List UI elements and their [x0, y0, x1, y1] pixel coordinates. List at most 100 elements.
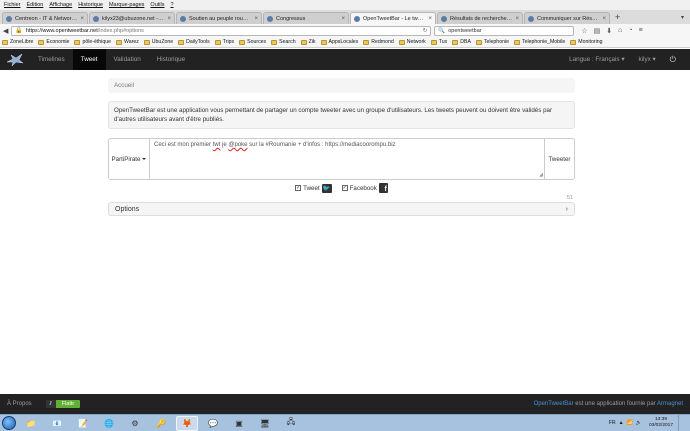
caret-down-icon: ▾ [652, 56, 656, 63]
tweet-checkbox[interactable]: ✓ [295, 185, 302, 191]
browser-tab[interactable]: Centreon - IT & Network ... × [2, 12, 88, 24]
close-icon[interactable]: × [167, 16, 171, 22]
firefox-icon[interactable]: 🦊 [176, 415, 198, 431]
menu-item[interactable]: Marque-pages [109, 2, 144, 8]
terminal-icon[interactable]: ▣ [228, 416, 250, 431]
browser-tab[interactable]: Résultats de recherche pou...× [437, 12, 523, 24]
start-button[interactable] [2, 416, 16, 430]
keepass-icon[interactable]: 🔑 [150, 416, 172, 431]
nav-item-validation[interactable]: Validation [106, 49, 149, 70]
ie-icon[interactable]: 🌐 [98, 416, 120, 431]
explorer-icon[interactable]: 📁 [20, 416, 42, 431]
resize-handle-icon[interactable]: ◢ [539, 172, 543, 178]
favicon-icon [180, 15, 186, 22]
settings-icon[interactable]: ⚙ [124, 416, 146, 431]
account-dropdown-button[interactable]: PartiPirate [108, 138, 150, 180]
app-logo[interactable] [0, 49, 30, 70]
search-input[interactable]: 🔍 opentweetbar [434, 25, 575, 36]
nav-item-timelines[interactable]: Timelines [30, 49, 73, 70]
bookmark-folder[interactable]: pôle-éthique [74, 39, 111, 45]
menu-item[interactable]: Outils [150, 2, 164, 8]
outlook-icon[interactable]: 📧 [46, 416, 68, 431]
hamburger-menu-icon[interactable]: ≡ [639, 27, 643, 35]
bookmark-folder[interactable]: Network [398, 39, 426, 45]
close-icon[interactable]: × [515, 16, 519, 22]
menu-item[interactable]: Affichage [49, 2, 72, 8]
bookmark-folder[interactable]: UbuZone [143, 39, 173, 45]
chat-icon[interactable]: 💬 [202, 416, 224, 431]
bookmark-folder[interactable]: Telephonie [475, 39, 509, 45]
network-facebook[interactable]: ✓ Facebook f [341, 183, 388, 193]
bookmark-folder[interactable]: ZoneLibre [2, 39, 33, 45]
star-icon[interactable]: ☆ [581, 27, 587, 35]
nav-item-tweet[interactable]: Tweet [72, 49, 106, 70]
new-tab-button[interactable]: + [611, 12, 624, 22]
bookmark-folder[interactable]: Search [271, 39, 296, 45]
reading-list-icon[interactable]: ▤ [594, 27, 601, 35]
folder-icon [363, 39, 370, 45]
tab-list-dropdown-icon[interactable]: ▾ [681, 14, 684, 21]
bookmark-folder[interactable]: Trips [214, 39, 234, 45]
logout-icon[interactable]: ⏻ [670, 55, 676, 65]
breadcrumb-home[interactable]: Accueil [114, 82, 134, 89]
about-link[interactable]: À Propos [7, 401, 32, 407]
home-icon[interactable]: ⌂ [618, 27, 622, 35]
network-app-icon[interactable]: 🖧 [280, 416, 302, 431]
bookmark-label: Zik [308, 39, 316, 45]
facebook-label: Facebook [349, 184, 377, 192]
browser-tab[interactable]: OpenTweetBar - Le tweet c...× [350, 12, 436, 24]
notepad-icon[interactable]: 📝 [72, 416, 94, 431]
download-icon[interactable]: ⬇ [606, 27, 612, 35]
bookmark-folder[interactable]: AppsLocales [320, 39, 358, 45]
url-bar[interactable]: 🔒 https://www.opentweetbar.net/index.php… [11, 25, 432, 36]
pocket-icon[interactable]: ◔ [628, 27, 632, 35]
close-icon[interactable]: × [341, 16, 345, 22]
user-dropdown[interactable]: kilyx ▾ [639, 56, 656, 63]
language-indicator[interactable]: FR [609, 420, 616, 426]
tweet-textarea[interactable]: Ceci est mon premier twt je @poke sur la… [150, 138, 544, 180]
armagnet-link[interactable]: Armagnet [657, 401, 683, 407]
show-desktop-button[interactable] [678, 414, 684, 431]
nav-item-historique[interactable]: Historique [149, 49, 193, 70]
bookmark-folder[interactable]: Zik [300, 39, 316, 45]
close-icon[interactable]: × [428, 16, 432, 22]
menu-item[interactable]: Historique [78, 2, 103, 8]
tray-arrow-icon[interactable]: ▲ [619, 420, 624, 426]
browser-tab[interactable]: Communiquer sur Réseaux ...× [524, 12, 610, 24]
flattr-button[interactable]: ⫽ Flattr [45, 400, 81, 408]
bookmark-folder[interactable]: Economie [38, 39, 69, 45]
bookmark-folder[interactable]: DailyTools [178, 39, 210, 45]
bookmark-folder[interactable]: Monitoring [570, 39, 603, 45]
network-tweet[interactable]: ✓ Tweet 🐦 [295, 183, 332, 193]
browser-tab[interactable]: Soutien au peuple roumain...× [176, 12, 262, 24]
bookmark-folder[interactable]: DBA [452, 39, 471, 45]
browser-tab[interactable]: Congressus × [263, 12, 349, 24]
opentweetbar-link[interactable]: OpenTweetBar [534, 401, 574, 407]
volume-icon[interactable]: 🔊 [636, 420, 642, 426]
bookmark-folder[interactable]: Tux [430, 39, 447, 45]
network-tray-icon[interactable]: 📶 [627, 420, 633, 426]
bookmark-folder[interactable]: Telephonie_Mobile [514, 39, 565, 45]
bookmark-folder[interactable]: Sources [239, 39, 266, 45]
clock[interactable]: 13:39 03/02/2017 [649, 417, 673, 429]
close-icon[interactable]: × [254, 16, 258, 22]
favicon-icon [441, 15, 447, 22]
menu-item[interactable]: ? [170, 2, 173, 8]
reload-icon[interactable]: ↻ [423, 28, 428, 34]
menu-item[interactable]: Fichier [4, 2, 21, 8]
tweet-submit-button[interactable]: Tweeter [544, 138, 575, 180]
bookmark-folder[interactable]: Redmond [363, 39, 394, 45]
close-icon[interactable]: × [602, 16, 606, 22]
language-dropdown[interactable]: Langue : Français ▾ [569, 56, 624, 63]
tab-label: Communiquer sur Réseaux ... [537, 15, 599, 22]
browser-tab[interactable]: kilyx23@ubuzone.net - Boî...× [89, 12, 175, 24]
menu-item[interactable]: Édition [27, 2, 44, 8]
bookmark-label: DBA [460, 39, 471, 45]
putty-icon[interactable]: 🖥 [254, 416, 276, 431]
back-icon[interactable]: ◀ [3, 27, 8, 35]
options-label: Options [115, 205, 140, 213]
close-icon[interactable]: × [80, 16, 84, 22]
options-panel-toggle[interactable]: Options › [108, 202, 575, 216]
facebook-checkbox[interactable]: ✓ [341, 185, 348, 191]
bookmark-folder[interactable]: Warez [116, 39, 139, 45]
